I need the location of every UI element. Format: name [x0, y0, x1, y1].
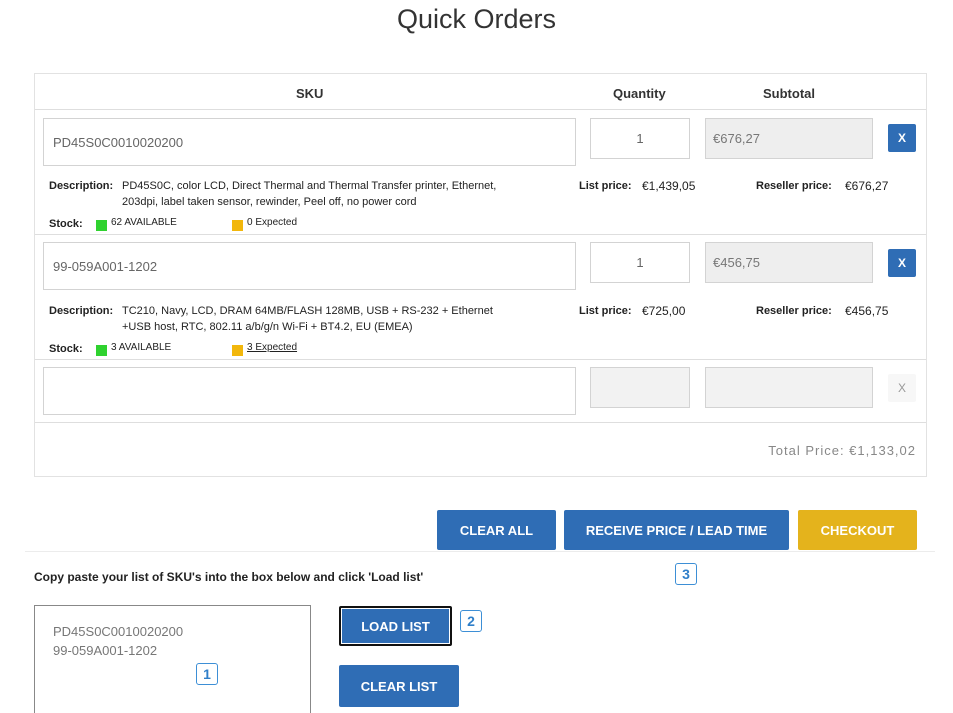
available-count: 3 AVAILABLE — [111, 342, 172, 353]
description-text-line2: 203dpi, label taken sensor, rewinder, Pe… — [122, 196, 417, 208]
total-price: Total Price: €1,133,02 — [768, 443, 916, 458]
description-text: PD45S0C, color LCD, Direct Thermal and T… — [122, 180, 497, 192]
description-label: Description: — [49, 180, 114, 192]
available-indicator — [96, 345, 107, 356]
sku-list-line: PD45S0C0010020200 — [53, 624, 184, 639]
page-title: Quick Orders — [396, 4, 557, 34]
receive-price-lead-time-button[interactable]: RECEIVE PRICE / LEAD TIME — [564, 510, 789, 550]
remove-row-button[interactable]: X — [888, 249, 916, 277]
quantity-input[interactable]: 1 — [590, 118, 690, 159]
checkout-button[interactable]: CHECKOUT — [798, 510, 917, 550]
expected-link[interactable]: 3 Expected — [247, 340, 297, 356]
remove-row-button-disabled[interactable]: X — [888, 374, 916, 402]
reseller-price-value: €676,27 — [845, 179, 889, 193]
available-indicator — [96, 220, 107, 231]
row-divider — [35, 359, 926, 360]
sku-list-textarea[interactable]: PD45S0C0010020200 99-059A001-1202 — [34, 605, 311, 713]
expected-count: 0 Expected — [247, 217, 298, 228]
list-price-value: €1,439,05 — [642, 179, 696, 193]
list-price-label: List price: — [579, 305, 632, 317]
header-divider — [35, 109, 926, 110]
subtotal-field-empty — [705, 367, 873, 408]
description-text: TC210, Navy, LCD, DRAM 64MB/FLASH 128MB,… — [122, 305, 493, 317]
reseller-price-value: €456,75 — [845, 304, 889, 318]
sku-column-header: SKU — [296, 86, 324, 101]
clear-all-button[interactable]: CLEAR ALL — [437, 510, 556, 550]
reseller-price-label: Reseller price: — [756, 180, 832, 192]
available-count: 62 AVAILABLE — [111, 217, 177, 228]
expected-indicator — [232, 345, 243, 356]
list-price-value: €725,00 — [642, 304, 686, 318]
quick-order-table: SKU Quantity Subtotal PD45S0C0010020200 … — [34, 73, 927, 477]
clear-list-button[interactable]: CLEAR LIST — [339, 665, 459, 707]
sku-input-empty[interactable] — [43, 367, 576, 415]
quantity-input-empty[interactable] — [590, 367, 690, 408]
step-badge-3: 3 — [675, 563, 697, 585]
section-divider — [25, 551, 935, 552]
description-label: Description: — [49, 305, 114, 317]
stock-label: Stock: — [49, 218, 83, 230]
expected-indicator — [232, 220, 243, 231]
load-list-button[interactable]: LOAD LIST — [339, 606, 452, 646]
quantity-input[interactable]: 1 — [590, 242, 690, 283]
quantity-column-header: Quantity — [613, 86, 666, 101]
remove-row-button[interactable]: X — [888, 124, 916, 152]
stock-label: Stock: — [49, 343, 83, 355]
total-divider — [35, 422, 926, 423]
description-text-line2: +USB host, RTC, 802.11 a/b/g/n Wi-Fi + B… — [122, 321, 413, 333]
sku-input[interactable]: PD45S0C0010020200 — [43, 118, 576, 166]
subtotal-column-header: Subtotal — [763, 86, 815, 101]
subtotal-field: €456,75 — [705, 242, 873, 283]
step-badge-1: 1 — [196, 663, 218, 685]
sku-list-line: 99-059A001-1202 — [53, 643, 158, 658]
bulk-instruction: Copy paste your list of SKU's into the b… — [34, 570, 424, 584]
step-badge-2: 2 — [460, 610, 482, 632]
sku-input[interactable]: 99-059A001-1202 — [43, 242, 576, 290]
subtotal-field: €676,27 — [705, 118, 873, 159]
list-price-label: List price: — [579, 180, 632, 192]
reseller-price-label: Reseller price: — [756, 305, 832, 317]
row-divider — [35, 234, 926, 235]
